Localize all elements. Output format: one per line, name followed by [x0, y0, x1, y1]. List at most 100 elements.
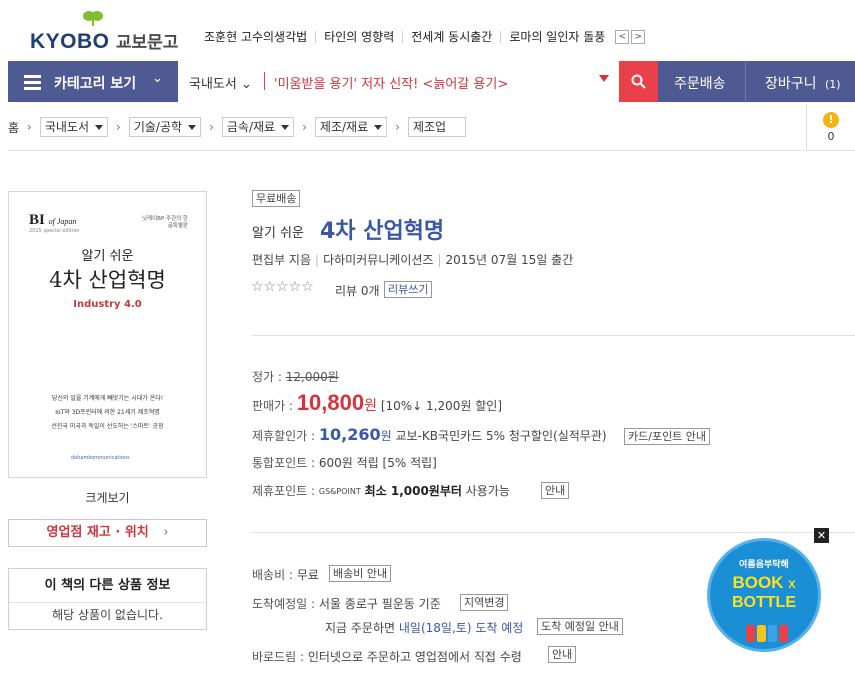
breadcrumb-separator-icon: › — [116, 120, 121, 134]
shipping-fee-info-button[interactable]: 배송비 안내 — [329, 565, 392, 582]
sale-price-unit: 원 — [364, 398, 377, 414]
close-icon[interactable]: ✕ — [814, 528, 829, 543]
card-point-info-button[interactable]: 카드/포인트 안내 — [624, 428, 711, 445]
sale-price-row: 판매가 : 10,800원 [10%↓ 1,200원 할인] — [252, 390, 502, 416]
sale-price: 10,800 — [296, 390, 365, 415]
breadcrumb-select[interactable]: 기술/공학 — [128, 117, 202, 137]
cart-count: (1) — [824, 78, 841, 91]
breadcrumb-select[interactable]: 금속/재료 — [221, 117, 295, 137]
breadcrumb-home[interactable]: 홈 — [8, 119, 19, 136]
gs-point-info-button[interactable]: 안내 — [541, 482, 570, 499]
rating-stars-icon: ☆☆☆☆☆ — [251, 279, 314, 295]
cover-copy: IoT와 3D프린터에 의한 21세기 제조혁명 — [55, 409, 160, 416]
cover-publisher-note: 닛케이BP 주관의 한글특별판 — [141, 216, 188, 229]
cover-title-small: 알기 쉬운 — [81, 249, 134, 264]
other-products-empty: 해당 상품이 없습니다. — [52, 608, 163, 622]
trending-next-button[interactable]: > — [631, 30, 646, 44]
promo-banner[interactable]: 여름음부탁해 BOOK X BOTTLE — [707, 538, 821, 652]
trending-link[interactable]: 로마의 일인자 돌풍 — [500, 31, 613, 43]
cover-edition: 2015 special edition — [29, 228, 80, 234]
logo-text: KYOBO — [30, 30, 110, 53]
order-delivery-link[interactable]: 주문배송 — [674, 73, 726, 93]
search-divider — [264, 72, 265, 90]
enlarge-link[interactable]: 크게보기 — [8, 489, 207, 506]
trending-link[interactable]: 전세계 동시출간 — [402, 31, 500, 43]
product-title: 4차 산업혁명 — [320, 219, 445, 244]
barodrim-info-button[interactable]: 안내 — [548, 646, 577, 663]
divider — [8, 150, 855, 151]
quick-cart[interactable]: ! 0 — [806, 104, 855, 150]
other-products-title: 이 책의 다른 상품 정보 — [9, 569, 206, 603]
breadcrumb-separator-icon: › — [395, 120, 400, 134]
category-menu-button[interactable]: 카테고리 보기 ⌄ — [8, 61, 176, 102]
eta-info-button[interactable]: 도착 예정일 안내 — [537, 618, 623, 635]
breadcrumb-label: 금속/재료 — [226, 120, 276, 134]
breadcrumb-select[interactable]: 제조/재료 — [314, 117, 388, 137]
breadcrumb-separator-icon: › — [27, 120, 32, 134]
store-stock-button[interactable]: 영업점 재고 · 위치 › — [8, 519, 207, 547]
trending-prev-button[interactable]: < — [615, 30, 630, 44]
cover-copy: 당신의 일을 기계에게 빼앗기는 시대가 온다! — [51, 395, 164, 402]
review-count: 리뷰 0개 — [335, 284, 380, 298]
promo-book: BOOK — [732, 573, 784, 592]
other-products-box: 이 책의 다른 상품 정보 해당 상품이 없습니다. — [8, 568, 207, 630]
search-scope-label: 국내도서 — [189, 77, 237, 92]
barodrim-row: 바로드림 : 인터넷으로 주문하고 영업점에서 직접 수령 — [252, 648, 522, 665]
change-region-button[interactable]: 지역변경 — [460, 594, 509, 611]
book-cover-image[interactable]: BI of Japan 2015 special edition 닛케이BP 주… — [8, 191, 207, 478]
gs-point-label: 제휴포인트 : — [252, 484, 316, 498]
cart-link[interactable]: 장바구니 (1) — [765, 73, 841, 93]
kyobo-logo[interactable]: KYOBO 교보문고 — [30, 8, 178, 53]
gs-point-row: 제휴포인트 : GS&POINT 최소 1,000원부터 사용가능 — [252, 482, 510, 499]
eta-line-prefix: 지금 주문하면 — [325, 621, 396, 635]
cover-subtitle: Industry 4.0 — [73, 299, 142, 310]
eta-arrival: 내일(18일,토) 도착 예정 — [398, 621, 524, 635]
publisher[interactable]: 다하미커뮤니케이션즈 — [323, 253, 433, 267]
promo-line1: 여름음부탁해 — [739, 560, 789, 570]
quick-cart-count: 0 — [827, 130, 835, 143]
shipping-fee-label: 배송비 : — [252, 568, 293, 582]
eta-row-2: 지금 주문하면 내일(18일,토) 도착 예정 — [325, 619, 523, 636]
breadcrumb: 홈 › 국내도서 › 기술/공학 › 금속/재료 › 제조/재료 › 제조업 — [8, 116, 466, 138]
promo-line3: BOTTLE — [732, 594, 796, 611]
list-price-label: 정가 : — [252, 370, 282, 384]
search-scope-select[interactable]: 국내도서 ⌄ — [189, 73, 252, 92]
trending-links: 조훈현 고수의생각법 타인의 영향력 전세계 동시출간 로마의 일인자 돌풍 <… — [196, 30, 646, 44]
top-header: KYOBO 교보문고 조훈현 고수의생각법 타인의 영향력 전세계 동시출간 로… — [0, 0, 855, 60]
points-row: 통합포인트 : 600원 적립 [5% 적립] — [252, 454, 437, 471]
points-value: 600원 적립 [5% 적립] — [318, 456, 437, 470]
trending-link[interactable]: 조훈현 고수의생각법 — [196, 31, 315, 43]
divider — [252, 335, 855, 336]
dropdown-icon — [281, 124, 290, 130]
gs-point-logo: GS&POINT — [318, 487, 361, 496]
trending-link[interactable]: 타인의 영향력 — [315, 31, 402, 43]
breadcrumb-select[interactable]: 국내도서 — [39, 117, 109, 137]
search-bar: 국내도서 ⌄ '미움받을 용기' 저자 신작! <늙어갈 용기> — [178, 61, 619, 102]
cover-series: BI of Japan — [29, 212, 76, 229]
search-input[interactable]: '미움받을 용기' 저자 신작! <늙어갈 용기> — [274, 73, 508, 92]
dropdown-icon — [374, 124, 383, 130]
author[interactable]: 편집부 지음 — [252, 253, 311, 267]
nav-divider — [745, 61, 746, 102]
gs-point-note: 사용가능 — [465, 484, 510, 498]
eta-row: 도착예정일 : 서울 종로구 필운동 기준 — [252, 595, 441, 612]
product-meta: 편집부 지음 | 다하미커뮤니케이션즈 | 2015년 07월 15일 출간 — [252, 253, 574, 267]
cover-copy: 선진국 미국과 독일이 선도하는 '스마트' 공장 — [51, 423, 164, 430]
shipping-fee-value: 무료 — [296, 568, 319, 582]
write-review-button[interactable]: 리뷰쓰기 — [384, 281, 433, 298]
barodrim-value: 인터넷으로 주문하고 영업점에서 직접 수령 — [307, 650, 522, 664]
dropdown-icon — [95, 124, 104, 130]
main-navbar: 카테고리 보기 ⌄ 국내도서 ⌄ '미움받을 용기' 저자 신작! <늙어갈 용… — [8, 61, 855, 102]
breadcrumb-select[interactable]: 제조업 — [407, 117, 466, 137]
cover-title-large: 4차 산업혁명 — [49, 268, 166, 292]
divider — [252, 532, 855, 533]
search-dropdown-icon[interactable] — [599, 75, 609, 82]
points-label: 통합포인트 : — [252, 456, 316, 470]
search-button[interactable] — [619, 61, 658, 102]
breadcrumb-separator-icon: › — [209, 120, 214, 134]
eta-value: 서울 종로구 필운동 기준 — [318, 597, 441, 611]
promo-bottles-icon — [746, 625, 788, 642]
cover-series-text: BI — [29, 212, 45, 228]
discount-note: [10%↓ 1,200원 할인] — [380, 399, 503, 413]
publish-date: 2015년 07월 15일 출간 — [445, 253, 574, 267]
